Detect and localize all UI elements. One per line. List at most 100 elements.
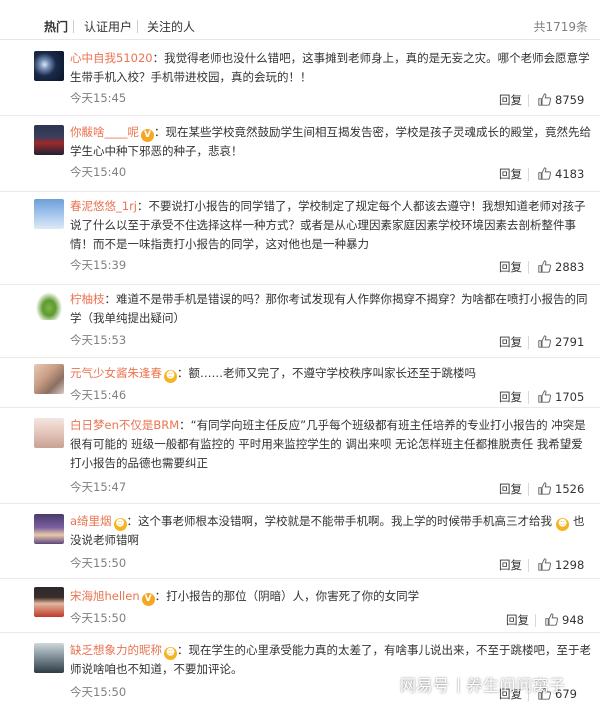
comment-body: 宋海旭hellen V ：打小报告的那位（阴暗）人，你害死了你的女同学 — [70, 587, 592, 606]
reply-button[interactable]: 回复 — [499, 93, 522, 107]
like-button[interactable]: 1705 — [538, 390, 584, 404]
comment-time: 今天15:40 — [70, 165, 127, 179]
like-button[interactable]: 1526 — [538, 482, 584, 496]
tab-divider — [137, 20, 138, 33]
username-link[interactable]: 缺乏想象力的昵称 — [70, 643, 162, 657]
comment-time: 今天15:45 — [70, 91, 127, 105]
thumbs-up-icon — [538, 93, 551, 106]
username-link[interactable]: 白日梦en不仅是BRM — [70, 418, 179, 432]
avatar[interactable] — [34, 199, 64, 229]
comment-time: 今天15:47 — [70, 480, 127, 494]
netease-watermark: 网易号 养生问问窝子 — [400, 675, 566, 697]
like-count: 1526 — [555, 482, 585, 496]
reply-button[interactable]: 回复 — [499, 482, 522, 496]
comment-body: 白日梦en不仅是BRM：“有同学向班主任反应”几乎每个班级都有班主任培养的专业打… — [70, 416, 592, 473]
like-button[interactable]: 2791 — [538, 335, 584, 349]
comment-text: ：打小报告的那位（阴暗）人，你害死了你的女同学 — [154, 589, 420, 603]
comment-body: 心中自我51020：我觉得老师也没什么错吧，这事摊到老师身上，真的是无妄之灾。哪… — [70, 49, 592, 87]
like-count: 8759 — [555, 93, 585, 107]
comment-item: 宋海旭hellen V ：打小报告的那位（阴暗）人，你害死了你的女同学 今天15:5… — [0, 579, 600, 633]
comment-item: a绮里烟 ☻ ：这个事老师根本没错啊，学校就是不能带手机啊。我上学的时候带手机高三才… — [0, 504, 600, 579]
username-link[interactable]: 宋海旭hellen — [70, 589, 140, 603]
reply-button[interactable]: 回复 — [499, 167, 522, 181]
like-button[interactable]: 4183 — [538, 167, 584, 181]
comment-time: 今天15:46 — [70, 388, 127, 402]
watermark-account: 养生问问窝子 — [466, 676, 566, 695]
like-count: 2791 — [555, 335, 585, 349]
action-divider — [528, 168, 529, 181]
avatar[interactable] — [34, 587, 64, 617]
comment-text: ：这个事老师根本没错啊，学校就是不能带手机啊。我上学的时候带手机高三才给我 — [126, 514, 553, 528]
watermark-brand: 网易号 — [400, 676, 450, 695]
tab-hot[interactable]: 热门 — [44, 19, 68, 35]
avatar[interactable] — [34, 364, 64, 394]
action-divider — [535, 614, 536, 627]
avatar[interactable] — [34, 51, 64, 81]
emoji-face-icon: ☻ — [164, 370, 177, 383]
thumbs-up-icon — [538, 335, 551, 348]
avatar[interactable] — [34, 125, 64, 155]
action-divider — [528, 391, 529, 404]
verified-v-badge-icon: V — [141, 129, 154, 142]
comment-body: a绮里烟 ☻ ：这个事老师根本没错啊，学校就是不能带手机啊。我上学的时候带手机高三才… — [70, 512, 592, 550]
avatar[interactable] — [34, 418, 64, 448]
action-divider — [528, 559, 529, 572]
thumbs-up-icon — [538, 482, 551, 495]
username-link[interactable]: 春泥悠悠_1rj — [70, 199, 137, 213]
reply-button[interactable]: 回复 — [499, 335, 522, 349]
comment-time: 今天15:50 — [70, 685, 127, 699]
like-button[interactable]: 1298 — [538, 558, 584, 572]
emoji-face-icon: ☻ — [164, 647, 177, 660]
verified-v-badge-icon: V — [141, 593, 155, 606]
reply-button[interactable]: 回复 — [506, 613, 529, 627]
reply-button[interactable]: 回复 — [499, 558, 522, 572]
like-count: 1298 — [555, 558, 585, 572]
reply-button[interactable]: 回复 — [499, 390, 522, 404]
avatar[interactable] — [34, 643, 64, 673]
like-count: 4183 — [555, 167, 585, 181]
like-count: 2883 — [555, 260, 585, 274]
like-button[interactable]: 2883 — [538, 260, 584, 274]
username-link[interactable]: 心中自我51020 — [70, 51, 153, 65]
thumbs-up-icon — [538, 260, 551, 273]
like-count: 1705 — [555, 390, 585, 404]
thumbs-up-icon — [545, 613, 558, 626]
tab-following[interactable]: 关注的人 — [147, 19, 195, 35]
comment-body: 春泥悠悠_1rj：不要说打小报告的同学错了，学校制定了规定每个人都该去遵守！我想… — [70, 197, 592, 254]
comment-text: ：不要说打小报告的同学错了，学校制定了规定每个人都该去遵守！我想知道老师对孩子说… — [70, 199, 586, 251]
tab-verified-users[interactable]: 认证用户 — [84, 19, 132, 35]
comment-body: 元气少女酱朱逢春 ☻ ：额……老师又完了，不遵守学校秩序叫家长还至于跳楼吗 — [70, 364, 592, 383]
reply-button[interactable]: 回复 — [499, 260, 522, 274]
like-button[interactable]: 948 — [545, 613, 584, 627]
username-link[interactable]: 元气少女酱朱逢春 — [70, 366, 162, 380]
action-divider — [528, 261, 529, 274]
comment-item: 白日梦en不仅是BRM：“有同学向班主任反应”几乎每个班级都有班主任培养的专业打… — [0, 408, 600, 504]
comment-item: 元气少女酱朱逢春 ☻ ：额……老师又完了，不遵守学校秩序叫家长还至于跳楼吗 今天15… — [0, 358, 600, 408]
comment-body: 你黻啥____呢 V ：现在某些学校竟然鼓励学生间相互揭发告密，学校是孩子灵魂成长的… — [70, 123, 592, 161]
emoji-face-icon: ☻ — [556, 518, 570, 531]
tab-divider — [73, 20, 74, 33]
username-link[interactable]: 柠柚枝 — [70, 292, 105, 306]
thumbs-up-icon — [538, 558, 551, 571]
comment-tab-bar: 热门 认证用户 关注的人 共1719条 — [0, 0, 600, 40]
avatar[interactable] — [34, 290, 64, 320]
comment-time: 今天15:53 — [70, 333, 127, 347]
comment-body: 柠柚枝：难道不是带手机是错误的吗？那你考试发现有人作弊你揭穿不揭穿？为啥都在喷打… — [70, 290, 592, 328]
comment-time: 今天15:50 — [70, 611, 127, 625]
action-divider — [528, 94, 529, 107]
comment-item: 柠柚枝：难道不是带手机是错误的吗？那你考试发现有人作弊你揭穿不揭穿？为啥都在喷打… — [0, 285, 600, 358]
comment-body: 缺乏想象力的昵称 ☻ ：现在学生的心里承受能力真的太差了，有啥事儿说出来，不至于跳楼… — [70, 641, 592, 679]
avatar[interactable] — [34, 514, 64, 544]
comment-text: ：额……老师又完了，不遵守学校秩序叫家长还至于跳楼吗 — [177, 366, 476, 380]
like-count: 948 — [562, 613, 584, 627]
comment-item: 春泥悠悠_1rj：不要说打小报告的同学错了，学校制定了规定每个人都该去遵守！我想… — [0, 192, 600, 285]
action-divider — [528, 483, 529, 496]
emoji-face-icon: ☻ — [113, 518, 127, 531]
comment-total-count: 共1719条 — [533, 20, 588, 34]
username-link[interactable]: a绮里烟 — [70, 514, 112, 528]
like-button[interactable]: 8759 — [538, 93, 584, 107]
username-link[interactable]: 你黻啥____呢 — [70, 125, 139, 139]
comment-text: ：难道不是带手机是错误的吗？那你考试发现有人作弊你揭穿不揭穿？为啥都在喷打小报告… — [70, 292, 588, 325]
comment-time: 今天15:50 — [70, 556, 127, 570]
action-divider — [528, 336, 529, 349]
